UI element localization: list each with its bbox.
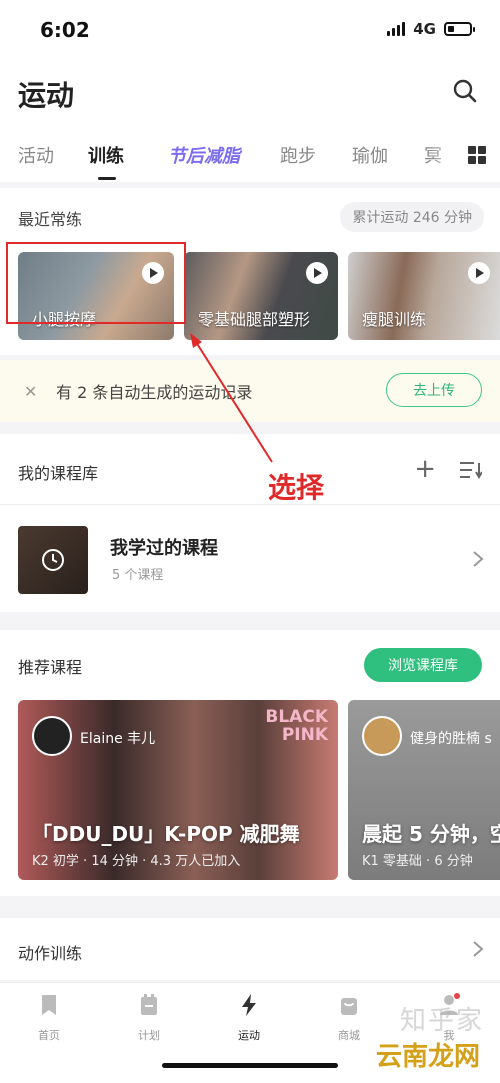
status-icons: 4G — [387, 20, 475, 38]
lightning-icon — [242, 994, 256, 1016]
action-training-row[interactable]: 动作训练 — [0, 918, 500, 980]
upload-button[interactable]: 去上传 — [386, 373, 482, 407]
learned-courses-thumbnail[interactable] — [18, 526, 88, 594]
avatar — [362, 716, 402, 756]
active-tab-indicator — [98, 177, 116, 180]
coach-name: Elaine 丰儿 — [80, 731, 156, 747]
avatar — [32, 716, 72, 756]
clock-icon — [42, 549, 64, 571]
chevron-right-icon[interactable] — [472, 940, 484, 958]
my-course-library: 我的课程库 + 我学过的课程 5 个课程 — [0, 434, 500, 612]
tab-training[interactable]: 训练 — [88, 142, 124, 168]
learned-courses-title[interactable]: 我学过的课程 — [110, 534, 218, 560]
network-label: 4G — [413, 20, 436, 38]
calendar-icon — [141, 994, 157, 1015]
watermark-zhihu: 知乎家 — [399, 1006, 484, 1036]
course-card-morning[interactable]: 健身的胜楠 s 晨起 5 分钟，空 K1 零基础 · 6 分钟 — [348, 700, 500, 880]
tab-activity[interactable]: 活动 — [18, 142, 54, 168]
chevron-right-icon[interactable] — [472, 550, 484, 568]
course-title: 「DDU_DU」K-POP 减肥舞 — [32, 822, 300, 846]
annotation-label: 选择 — [268, 471, 325, 504]
nav-plan[interactable]: 计划 — [109, 993, 189, 1043]
coach-name: 健身的胜楠 s — [410, 731, 492, 747]
play-icon — [306, 262, 328, 284]
bookmark-icon — [42, 995, 56, 1015]
auto-record-notice: ✕ 有 2 条自动生成的运动记录 去上传 — [0, 360, 500, 422]
close-icon[interactable]: ✕ — [24, 382, 37, 401]
nav-label: 运动 — [238, 1029, 260, 1042]
nav-home[interactable]: 首页 — [9, 993, 89, 1043]
annotation-highlight-box — [6, 242, 186, 324]
course-meta: K1 零基础 · 6 分钟 — [362, 854, 473, 869]
tab-yoga[interactable]: 瑜伽 — [352, 142, 388, 168]
watermark-yunnan: 云南龙网 — [375, 1042, 480, 1072]
blackpink-logo: BLACK PINK — [265, 707, 328, 745]
course-title: 晨起 5 分钟，空 — [362, 822, 500, 846]
home-indicator — [162, 1063, 338, 1068]
sort-list-icon[interactable] — [458, 460, 482, 480]
tab-running[interactable]: 跑步 — [280, 142, 316, 168]
total-exercise-badge: 累计运动 246 分钟 — [340, 202, 484, 232]
category-tabs: 活动 训练 节后减脂 跑步 瑜伽 冥 — [0, 130, 500, 182]
page-header: 运动 — [0, 60, 500, 130]
course-meta: K2 初学 · 14 分钟 · 4.3 万人已加入 — [32, 854, 241, 869]
status-time: 6:02 — [40, 18, 90, 42]
recommended-courses-section: 推荐课程 浏览课程库 BLACK PINK Elaine 丰儿 「DDU_DU」K… — [0, 630, 500, 896]
nav-exercise[interactable]: 运动 — [209, 993, 289, 1043]
play-icon — [468, 262, 490, 284]
search-icon[interactable] — [452, 78, 478, 104]
divider — [0, 504, 500, 505]
tab-post-holiday-fat-loss[interactable]: 节后减脂 — [168, 142, 240, 168]
action-training-title: 动作训练 — [18, 944, 83, 963]
recent-card-leg-shaping[interactable]: 零基础腿部塑形 — [184, 252, 338, 340]
library-title: 我的课程库 — [18, 464, 99, 483]
battery-icon — [444, 22, 475, 36]
course-card-kpop[interactable]: BLACK PINK Elaine 丰儿 「DDU_DU」K-POP 减肥舞 K2… — [18, 700, 338, 880]
nav-label: 计划 — [138, 1029, 160, 1042]
shopping-bag-icon — [341, 998, 357, 1015]
recent-title: 最近常练 — [18, 210, 83, 229]
browse-library-button[interactable]: 浏览课程库 — [364, 648, 482, 682]
grid-icon[interactable] — [468, 146, 486, 164]
recent-card-slim-legs[interactable]: 瘦腿训练 — [348, 252, 500, 340]
tab-fade — [430, 130, 460, 180]
card-label: 零基础腿部塑形 — [198, 310, 311, 329]
learned-courses-count: 5 个课程 — [112, 568, 164, 583]
status-bar: 6:02 4G — [0, 0, 500, 60]
card-label: 瘦腿训练 — [362, 310, 427, 329]
add-icon[interactable]: + — [414, 456, 436, 482]
notice-text: 有 2 条自动生成的运动记录 — [56, 383, 253, 402]
recommend-title: 推荐课程 — [18, 658, 83, 677]
nav-label: 首页 — [38, 1029, 60, 1042]
signal-icon — [387, 22, 406, 36]
page-title: 运动 — [18, 79, 75, 112]
